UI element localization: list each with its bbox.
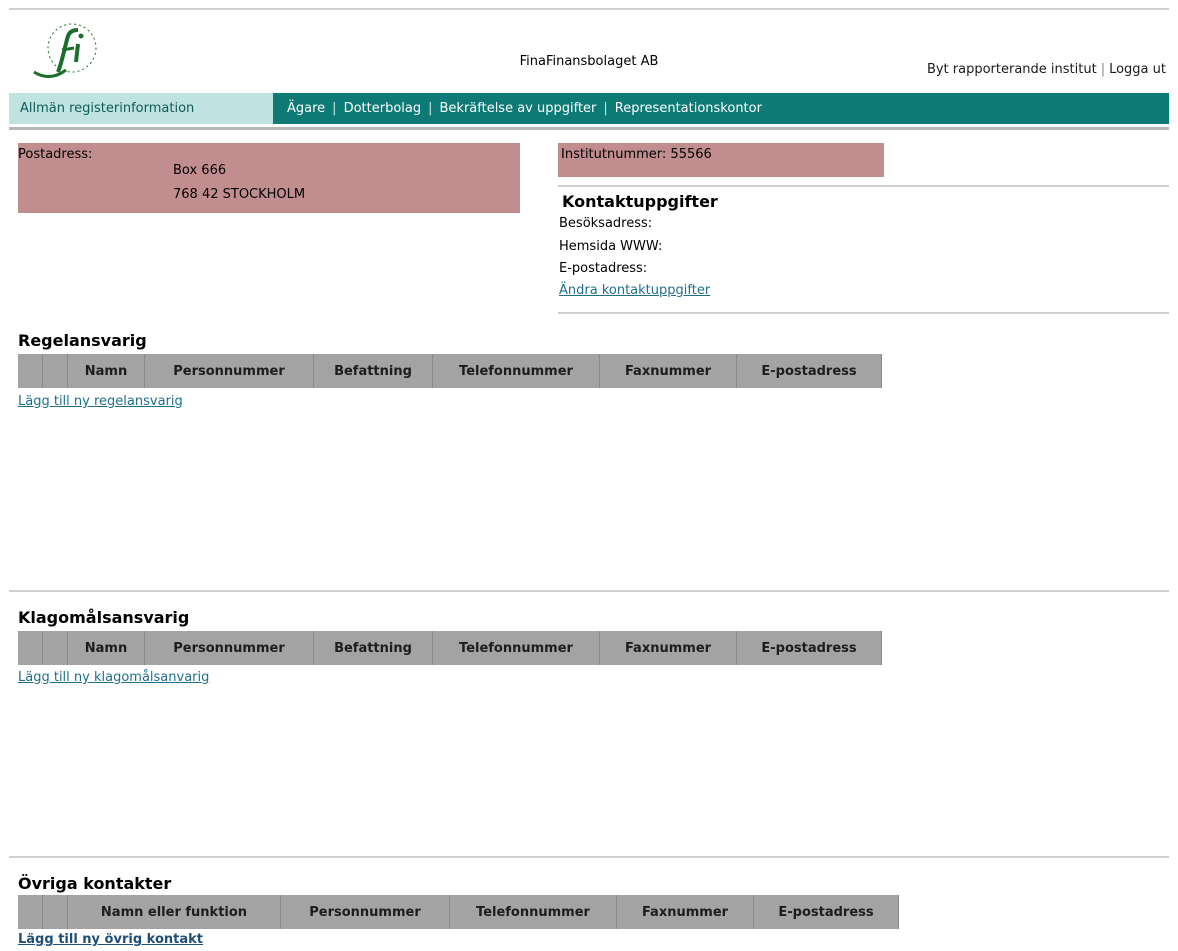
top-divider [9, 8, 1169, 10]
col-position: Befattning [313, 354, 433, 388]
add-compliance-link[interactable]: Lägg till ny regelansvarig [18, 394, 183, 409]
section-divider [9, 590, 1169, 592]
header-blank-cell [18, 895, 43, 929]
complaints-section-title: Klagomålsansvarig [18, 608, 190, 627]
col-phone: Telefonnummer [432, 631, 600, 665]
col-fax: Faxnummer [599, 631, 737, 665]
contact-top-divider [558, 185, 1169, 187]
contact-title: Kontaktuppgifter [562, 192, 718, 211]
postal-address-label: Postadress: [18, 147, 93, 162]
main-navigation: Allmän registerinformation Ägare | Dotterb… [9, 93, 1169, 124]
contact-bottom-divider [558, 312, 1169, 314]
col-fax: Faxnummer [616, 895, 754, 929]
compliance-section-title: Regelansvarig [18, 331, 147, 350]
col-personal-number: Personnummer [144, 354, 314, 388]
postal-address-line2: 768 42 STOCKHOLM [173, 187, 306, 202]
col-position: Befattning [313, 631, 433, 665]
complaints-table-header: Namn Personnummer Befattning Telefonnumm… [18, 631, 882, 665]
logout-link[interactable]: Logga ut [1109, 62, 1166, 77]
col-email: E-postadress [736, 631, 882, 665]
postal-address-line1: Box 666 [173, 163, 227, 178]
col-personal-number: Personnummer [144, 631, 314, 665]
section-divider [9, 856, 1169, 858]
header-blank-cell [42, 354, 68, 388]
col-name: Namn [67, 631, 145, 665]
header-links: Byt rapporterande institut | Logga ut [927, 62, 1166, 77]
visit-address-label: Besöksadress: [559, 216, 653, 231]
header-blank-cell [18, 354, 43, 388]
institute-number: Institutnummer: 55566 [561, 147, 712, 162]
nav-separator: | [428, 101, 433, 116]
change-institute-link[interactable]: Byt rapporterande institut [927, 62, 1097, 77]
fi-logo [33, 23, 97, 78]
compliance-table-header: Namn Personnummer Befattning Telefonnumm… [18, 354, 882, 388]
col-name-or-function: Namn eller funktion [67, 895, 281, 929]
other-contacts-section-title: Övriga kontakter [18, 874, 172, 893]
edit-contact-link[interactable]: Ändra kontaktuppgifter [559, 283, 710, 298]
header-separator: | [1100, 62, 1106, 77]
nav-separator: | [332, 101, 337, 116]
postal-address-box: Postadress: Box 666 768 42 STOCKHOLM [18, 143, 520, 213]
tab-owners[interactable]: Ägare [287, 101, 325, 116]
tab-general-register-info[interactable]: Allmän registerinformation [9, 93, 273, 124]
tab-subsidiaries[interactable]: Dotterbolag [344, 101, 422, 116]
tab-representative-offices[interactable]: Representationskontor [615, 101, 762, 116]
nav-tab-list: Ägare | Dotterbolag | Bekräftelse av uppgift… [287, 93, 762, 124]
col-phone: Telefonnummer [449, 895, 617, 929]
col-personal-number: Personnummer [280, 895, 450, 929]
col-email: E-postadress [753, 895, 899, 929]
header-blank-cell [42, 895, 68, 929]
col-fax: Faxnummer [599, 354, 737, 388]
col-name: Namn [67, 354, 145, 388]
tab-confirmation[interactable]: Bekräftelse av uppgifter [440, 101, 597, 116]
add-complaints-link[interactable]: Lägg till ny klagomålsanvarig [18, 670, 209, 685]
col-phone: Telefonnummer [432, 354, 600, 388]
header-blank-cell [18, 631, 43, 665]
email-label: E-postadress: [559, 261, 648, 276]
col-email: E-postadress [736, 354, 882, 388]
nav-separator: | [603, 101, 608, 116]
website-label: Hemsida WWW: [559, 239, 663, 254]
add-other-contact-link[interactable]: Lägg till ny övrig kontakt [18, 932, 203, 947]
header-blank-cell [42, 631, 68, 665]
other-contacts-table-header: Namn eller funktion Personnummer Telefon… [18, 895, 899, 929]
institute-number-box: Institutnummer: 55566 [558, 143, 884, 177]
nav-underline [9, 127, 1169, 130]
